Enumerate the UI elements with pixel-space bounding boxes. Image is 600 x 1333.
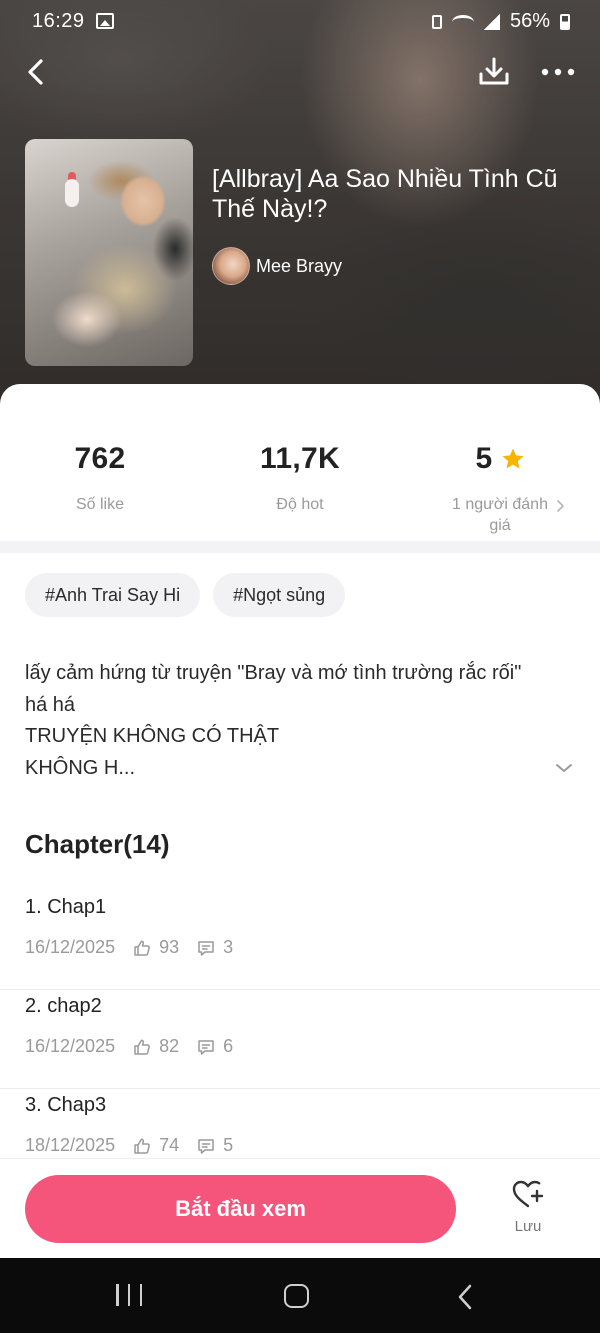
author-name: Mee Brayy	[256, 255, 343, 276]
comment-icon	[197, 1137, 215, 1155]
home-button[interactable]	[284, 1284, 309, 1308]
stats-row: 762 Số like 11,7K Độ hot 5 1 người đánh …	[0, 384, 600, 544]
chapter-title: 3. Chap3	[25, 1094, 107, 1116]
chapter-list-item[interactable]: 2. chap2 16/12/2025 82 6	[0, 990, 600, 1089]
hot-label: Độ hot	[276, 496, 324, 513]
gallery-notification-icon	[96, 13, 114, 29]
chapter-meta: 18/12/2025 74 5	[25, 1135, 251, 1156]
expand-description-button[interactable]	[549, 756, 579, 780]
chapter-title: 1. Chap1	[25, 896, 107, 918]
likes-count: 762	[74, 442, 126, 475]
more-options-button[interactable]	[536, 52, 580, 92]
story-description: lấy cảm hứng từ truyện "Bray và mớ tình …	[25, 658, 565, 784]
wifi-icon	[451, 14, 474, 29]
chapter-meta: 16/12/2025 93 3	[25, 937, 251, 958]
description-line: KHÔNG H...	[25, 756, 136, 779]
battery-percent: 56%	[509, 10, 550, 32]
comment-icon	[197, 1038, 215, 1056]
status-bar: 16:29 56%	[0, 0, 600, 44]
system-navigation-bar	[0, 1258, 600, 1333]
story-cover-image	[25, 139, 193, 366]
chapter-comments: 6	[223, 1036, 234, 1056]
hot-count: 11,7K	[260, 442, 340, 475]
description-line: lấy cảm hứng từ truyện "Bray và mớ tình …	[25, 662, 522, 684]
chevron-down-icon	[556, 764, 572, 772]
heart-plus-icon	[512, 1180, 544, 1208]
download-button[interactable]	[474, 52, 514, 92]
chapters-heading: Chapter(14)	[25, 829, 170, 859]
avatar	[212, 247, 250, 285]
tag-chip[interactable]: #Anh Trai Say Hi	[25, 573, 201, 617]
save-button[interactable]: Lưu	[496, 1179, 560, 1243]
top-nav	[0, 48, 600, 96]
section-divider	[0, 541, 600, 553]
thumbs-up-icon	[133, 1137, 151, 1155]
signal-icon	[483, 13, 500, 30]
likes-label: Số like	[75, 496, 125, 513]
recent-apps-button[interactable]	[116, 1284, 142, 1306]
status-time: 16:29	[32, 10, 85, 32]
comment-icon	[197, 939, 215, 957]
tag-chip[interactable]: #Ngọt sủng	[213, 573, 346, 617]
chapter-meta: 16/12/2025 82 6	[25, 1036, 251, 1057]
chapter-comments: 5	[223, 1135, 234, 1155]
thumbs-up-icon	[133, 939, 151, 957]
description-line: TRUYỆN KHÔNG CÓ THẬT	[25, 725, 280, 747]
back-button[interactable]	[16, 52, 56, 92]
start-reading-button[interactable]: Bắt đầu xem	[25, 1175, 456, 1243]
description-line: há há	[25, 693, 76, 716]
download-icon	[479, 57, 509, 85]
chapter-title: 2. chap2	[25, 995, 102, 1017]
lock-status-icon	[431, 14, 442, 29]
rating-count-label: 1 người đánh giá	[452, 496, 548, 534]
hot-stat: 11,7K Độ hot	[200, 442, 400, 515]
likes-stat: 762 Số like	[0, 442, 200, 515]
chapter-likes: 82	[159, 1036, 180, 1056]
rating-stat[interactable]: 5 1 người đánh giá	[400, 442, 600, 536]
chapter-comments: 3	[223, 937, 234, 957]
chapter-date: 16/12/2025	[25, 1036, 116, 1056]
chapter-likes: 93	[159, 937, 180, 957]
chapter-date: 18/12/2025	[25, 1135, 116, 1155]
rating-value: 5	[475, 442, 493, 475]
thumbs-up-icon	[133, 1038, 151, 1056]
story-title: [Allbray] Aa Sao Nhiều Tình Cũ Thế Này!?	[212, 165, 558, 223]
status-indicators: 56%	[431, 10, 570, 33]
chapter-list-item[interactable]: 1. Chap1 16/12/2025 93 3	[0, 891, 600, 990]
chevron-left-icon	[28, 59, 43, 85]
battery-icon	[560, 13, 570, 30]
tag-list: #Anh Trai Say Hi #Ngọt sủng	[25, 573, 346, 617]
chapter-date: 16/12/2025	[25, 937, 116, 957]
bottom-action-bar: Bắt đầu xem Lưu	[0, 1158, 600, 1258]
system-back-icon[interactable]	[456, 1283, 474, 1311]
save-label: Lưu	[514, 1218, 542, 1235]
chevron-right-icon	[557, 500, 564, 512]
author-link[interactable]: Mee Brayy	[212, 247, 342, 285]
star-icon	[502, 448, 523, 469]
chapter-likes: 74	[159, 1135, 180, 1155]
more-horizontal-icon	[541, 68, 575, 76]
